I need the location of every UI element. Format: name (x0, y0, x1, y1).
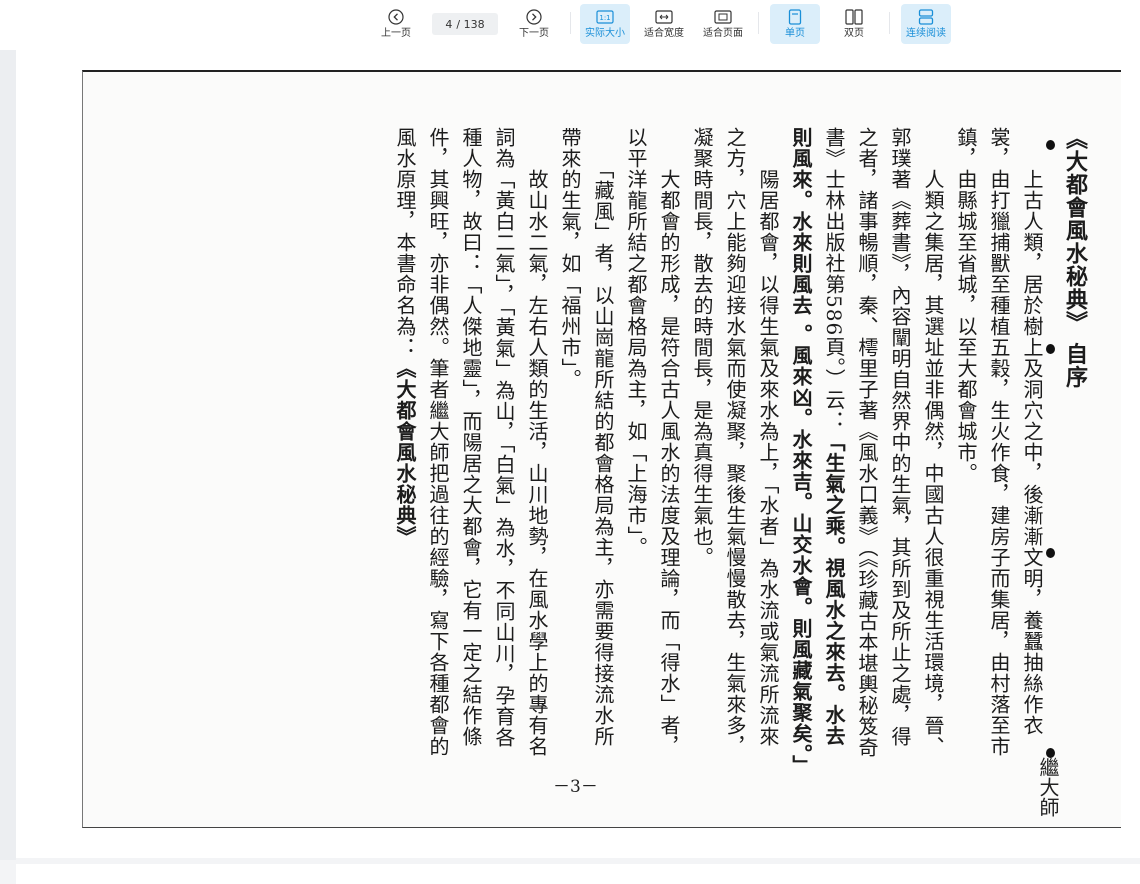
continuous-reading-icon (918, 8, 934, 26)
continuous-reading-button[interactable]: 连续阅读 (901, 4, 951, 44)
fit-width-icon (655, 8, 673, 26)
toolbar-divider (889, 12, 890, 34)
paragraph-2: 人類之集居，其選址並非偶然，中國古人很重視生活環境，晉、郭璞著《葬書》，內容闡明… (784, 127, 949, 776)
continuous-reading-label: 连续阅读 (906, 28, 946, 39)
document-title: 《大都會風水秘典》 自序 (1062, 127, 1088, 389)
actual-size-icon-text: 1:1 (599, 14, 610, 22)
left-margin-strip (0, 50, 16, 860)
next-page-button[interactable]: 下一页 (509, 4, 559, 44)
page-indicator[interactable]: 4 / 138 (432, 13, 498, 35)
binding-hole (1046, 548, 1055, 558)
paragraph-4: 大都會的形成，是符合古人風水的法度及理論，而「得水」者，以平洋龍所結之都會格局為… (624, 127, 681, 757)
current-page-input[interactable]: 4 (445, 18, 452, 31)
paragraph-1: 上古人類，居於樹上及洞穴之中，後漸漸文明，養蠶抽絲作衣裳，由打獵捕獸至種植五穀，… (954, 127, 1044, 757)
next-page-label: 下一页 (519, 28, 549, 39)
total-pages: / 138 (456, 17, 485, 31)
next-document-page (16, 864, 1140, 884)
fit-width-label: 适合宽度 (644, 28, 684, 39)
toolbar-divider (758, 12, 759, 34)
paragraph-5: 「藏風」者，以山崗龍所結的都會格局為主，亦需要得接流水所帶來的生氣，如「福州市」… (558, 127, 615, 747)
actual-size-label: 实际大小 (585, 28, 625, 39)
book-title-bold: 《大都會風水秘典》 (393, 358, 417, 547)
chevron-left-icon (388, 8, 404, 26)
fit-page-label: 适合页面 (703, 28, 743, 39)
toolbar-divider (570, 12, 571, 34)
paragraph-3: 陽居都會，以得生氣及來水為上，「水者」為水流或氣流所流來之方，穴上能夠迎接水氣而… (690, 127, 780, 757)
single-page-icon (788, 8, 802, 26)
single-page-button[interactable]: 单页 (770, 4, 820, 44)
fit-width-button[interactable]: 适合宽度 (639, 4, 689, 44)
author-name: 繼大師 (1036, 757, 1060, 817)
binding-hole (1046, 140, 1055, 150)
fit-page-button[interactable]: 适合页面 (698, 4, 748, 44)
binding-hole (1046, 344, 1055, 354)
binding-hole (1046, 748, 1055, 758)
paragraph-6: 故山水二氣，左右人類的生活，山川地勢，在風水學上的專有名詞為「黃白二氣」，「黃氣… (388, 127, 553, 767)
single-page-label: 单页 (785, 28, 805, 39)
chevron-right-icon (526, 8, 542, 26)
top-toolbar: 上一页 4 / 138 下一页 1:1 实际大小 适合宽度 适合页面 单页 双页… (0, 0, 1140, 50)
document-page: 《大都會風水秘典》 自序 上古人類，居於樹上及洞穴之中，後漸漸文明，養蠶抽絲作衣… (16, 50, 1140, 858)
prev-page-label: 上一页 (381, 28, 411, 39)
page-number: －3－ (553, 777, 598, 797)
document-viewer[interactable]: 《大都會風水秘典》 自序 上古人類，居於樹上及洞穴之中，後漸漸文明，養蠶抽絲作衣… (0, 50, 1140, 884)
double-page-button[interactable]: 双页 (829, 4, 879, 44)
actual-size-button[interactable]: 1:1 实际大小 (580, 4, 630, 44)
fit-page-icon (714, 8, 732, 26)
double-page-icon (845, 8, 863, 26)
actual-size-icon: 1:1 (596, 8, 614, 26)
double-page-label: 双页 (844, 28, 864, 39)
vertical-text-body: 《大都會風水秘典》 自序 上古人類，居於樹上及洞穴之中，後漸漸文明，養蠶抽絲作衣… (388, 127, 1091, 776)
prev-page-button[interactable]: 上一页 (371, 4, 421, 44)
scanned-page-image: 《大都會風水秘典》 自序 上古人類，居於樹上及洞穴之中，後漸漸文明，養蠶抽絲作衣… (82, 70, 1121, 828)
